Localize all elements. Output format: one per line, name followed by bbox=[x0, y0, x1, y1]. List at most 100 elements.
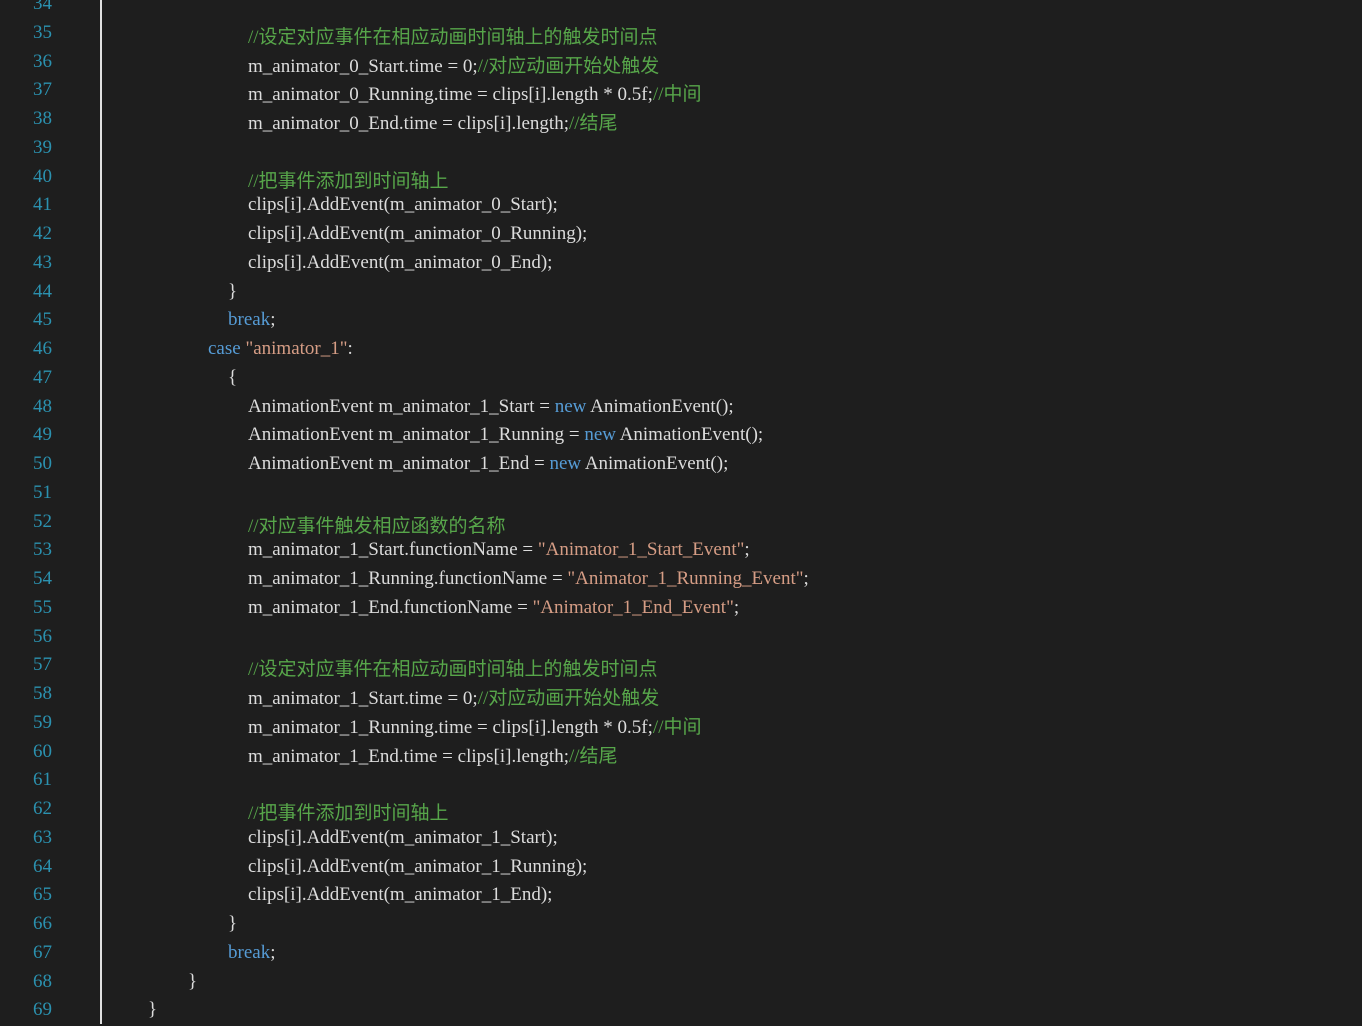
code-line[interactable]: 54 m_animator_1_Running.functionName = "A… bbox=[0, 566, 1362, 595]
line-number: 60 bbox=[33, 740, 52, 762]
line-number: 67 bbox=[33, 941, 52, 963]
code-line[interactable]: 45 break; bbox=[0, 307, 1362, 336]
line-number: 55 bbox=[33, 596, 52, 618]
line-number: 68 bbox=[33, 970, 52, 992]
code-line[interactable]: 42 clips[i].AddEvent(m_animator_0_Running… bbox=[0, 221, 1362, 250]
code-token: AnimationEvent(); bbox=[615, 424, 764, 446]
code-token: m_animator_1_Running.time = clips[i].len… bbox=[248, 716, 653, 738]
code-token: clips[i].AddEvent(m_animator_0_Start); bbox=[248, 194, 558, 216]
code-line[interactable]: 60 m_animator_1_End.time = clips[i].lengt… bbox=[0, 739, 1362, 768]
comment-token: //中间 bbox=[652, 84, 702, 106]
code-line[interactable]: 67 break; bbox=[0, 940, 1362, 969]
code-token: clips[i].AddEvent(m_animator_0_Running); bbox=[248, 223, 588, 244]
code-line[interactable]: 66} bbox=[0, 911, 1362, 940]
code-token: } bbox=[148, 999, 158, 1021]
code-text: { bbox=[228, 367, 237, 389]
code-line[interactable]: 50 AnimationEvent m_animator_1_End = new … bbox=[0, 451, 1362, 480]
code-token: } bbox=[188, 970, 198, 992]
line-number: 41 bbox=[33, 194, 52, 216]
code-token: m_animator_0_Start.time = 0; bbox=[248, 55, 478, 77]
code-token: ; bbox=[744, 539, 750, 561]
code-token: m_animator_1_Start.functionName = bbox=[248, 539, 538, 561]
comment-token: //设定对应事件在相应动画时间轴上的触发时间点 bbox=[248, 26, 658, 48]
code-token: AnimationEvent(); bbox=[586, 395, 734, 417]
line-number: 66 bbox=[33, 913, 52, 934]
code-text: clips[i].AddEvent(m_animator_1_End); bbox=[248, 884, 552, 906]
code-text: } bbox=[228, 281, 237, 303]
code-line[interactable]: 38 m_animator_0_End.time = clips[i].lengt… bbox=[0, 106, 1362, 135]
code-text: //设定对应事件在相应动画时间轴上的触发时间点 bbox=[248, 654, 658, 681]
code-line[interactable]: 48 AnimationEvent m_animator_1_Start = ne… bbox=[0, 394, 1362, 423]
code-text: m_animator_1_Start.time = 0;//对应动画开始处触发 bbox=[248, 683, 659, 710]
code-line[interactable]: 40 //把事件添加到时间轴上 bbox=[0, 164, 1362, 193]
code-line[interactable]: 36 m_animator_0_Start.time = 0;//对应动画开始处触… bbox=[0, 49, 1362, 78]
line-number: 44 bbox=[33, 280, 52, 302]
code-token: m_animator_1_End.functionName = bbox=[248, 596, 533, 618]
line-number: 42 bbox=[33, 223, 52, 244]
string-token: "Animator_1_Running_Event" bbox=[567, 568, 804, 589]
line-number: 57 bbox=[33, 654, 52, 676]
code-text: m_animator_1_Running.time = clips[i].len… bbox=[248, 712, 701, 739]
code-text: clips[i].AddEvent(m_animator_0_Start); bbox=[248, 194, 558, 216]
code-text: } bbox=[228, 913, 237, 935]
code-line[interactable]: 64 clips[i].AddEvent(m_animator_1_Running… bbox=[0, 854, 1362, 883]
code-line[interactable]: 37 m_animator_0_Running.time = clips[i].l… bbox=[0, 77, 1362, 106]
code-line[interactable]: 49 AnimationEvent m_animator_1_Running = … bbox=[0, 422, 1362, 451]
code-token: AnimationEvent(); bbox=[581, 453, 729, 474]
line-number: 52 bbox=[33, 510, 52, 532]
code-line[interactable]: 52 //对应事件触发相应函数的名称 bbox=[0, 509, 1362, 538]
line-number: 58 bbox=[33, 683, 52, 704]
line-number: 61 bbox=[33, 769, 52, 791]
keyword-token: new bbox=[549, 453, 582, 474]
code-line[interactable]: 55 m_animator_1_End.functionName = "Anima… bbox=[0, 595, 1362, 624]
code-line[interactable]: 68} bbox=[0, 969, 1362, 998]
code-text: clips[i].AddEvent(m_animator_0_End); bbox=[248, 252, 552, 274]
code-text: break; bbox=[228, 309, 275, 331]
line-number: 53 bbox=[33, 539, 52, 561]
code-text: case "animator_1": bbox=[208, 338, 353, 360]
code-line[interactable]: 44} bbox=[0, 279, 1362, 308]
code-line[interactable]: 35 //设定对应事件在相应动画时间轴上的触发时间点 bbox=[0, 20, 1362, 49]
keyword-token: new bbox=[554, 395, 587, 417]
code-line[interactable]: 39 bbox=[0, 135, 1362, 164]
comment-token: //对应事件触发相应函数的名称 bbox=[248, 515, 506, 537]
line-number: 64 bbox=[33, 855, 52, 877]
code-line[interactable]: 58 m_animator_1_Start.time = 0;//对应动画开始处触… bbox=[0, 681, 1362, 710]
code-token: } bbox=[228, 913, 238, 934]
line-number: 35 bbox=[33, 21, 52, 43]
code-line[interactable]: 61 bbox=[0, 767, 1362, 796]
line-number: 36 bbox=[33, 50, 52, 72]
code-text: m_animator_0_End.time = clips[i].length;… bbox=[248, 108, 618, 135]
line-number: 69 bbox=[33, 999, 52, 1021]
code-line[interactable]: 56 bbox=[0, 624, 1362, 653]
code-token: m_animator_1_Running.functionName = bbox=[248, 568, 568, 589]
line-number: 56 bbox=[33, 625, 52, 647]
code-line[interactable]: 41 clips[i].AddEvent(m_animator_0_Start); bbox=[0, 192, 1362, 221]
code-line[interactable]: 63 clips[i].AddEvent(m_animator_1_Start); bbox=[0, 825, 1362, 854]
line-number: 34 bbox=[33, 0, 52, 14]
code-token: ; bbox=[733, 596, 740, 618]
code-line[interactable]: 46 case "animator_1": bbox=[0, 336, 1362, 365]
code-line[interactable]: 69} bbox=[0, 997, 1362, 1026]
code-line[interactable]: 47 { bbox=[0, 365, 1362, 394]
code-line[interactable]: 57 //设定对应事件在相应动画时间轴上的触发时间点 bbox=[0, 652, 1362, 681]
code-text: //对应事件触发相应函数的名称 bbox=[248, 511, 506, 538]
code-token: m_animator_1_End.time = clips[i].length; bbox=[248, 745, 569, 767]
code-line[interactable]: 51 bbox=[0, 480, 1362, 509]
code-text: m_animator_1_End.functionName = "Animato… bbox=[248, 597, 739, 619]
code-text: //把事件添加到时间轴上 bbox=[248, 798, 449, 825]
code-line[interactable]: 43 clips[i].AddEvent(m_animator_0_End); bbox=[0, 250, 1362, 279]
line-number: 49 bbox=[33, 424, 52, 446]
code-line[interactable]: 62 //把事件添加到时间轴上 bbox=[0, 796, 1362, 825]
code-line[interactable]: 34 bbox=[0, 0, 1362, 20]
keyword-token: break bbox=[228, 309, 271, 331]
code-line[interactable]: 65 clips[i].AddEvent(m_animator_1_End); bbox=[0, 882, 1362, 911]
code-token: AnimationEvent m_animator_1_Start = bbox=[248, 395, 555, 417]
line-number: 65 bbox=[33, 884, 52, 906]
code-line[interactable]: 53 m_animator_1_Start.functionName = "Ani… bbox=[0, 537, 1362, 566]
code-editor[interactable]: 34 35 //设定对应事件在相应动画时间轴上的触发时间点 36 m_animator_… bbox=[0, 0, 1362, 1024]
line-number: 54 bbox=[33, 568, 52, 589]
code-text: clips[i].AddEvent(m_animator_0_Running); bbox=[248, 223, 587, 245]
code-line[interactable]: 59 m_animator_1_Running.time = clips[i].l… bbox=[0, 710, 1362, 739]
code-token: ; bbox=[270, 941, 276, 963]
